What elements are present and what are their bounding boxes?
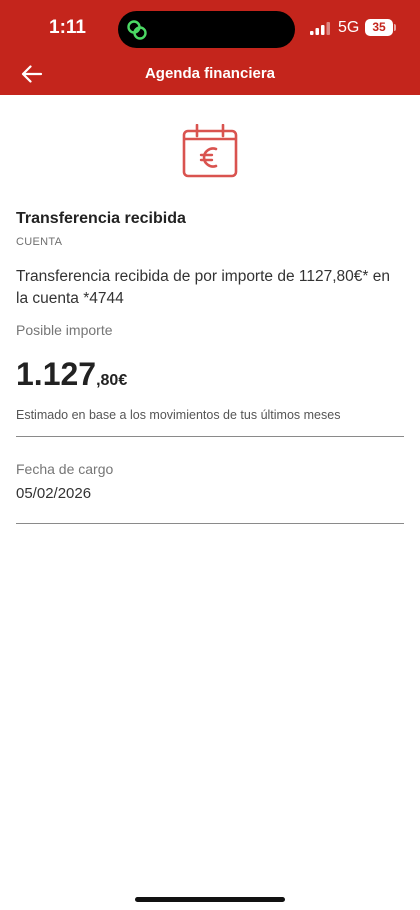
battery-icon: 35 <box>365 19 393 36</box>
amount-label: Posible importe <box>16 322 113 338</box>
header: 1:11 5G 35 Agenda financiera <box>0 0 420 95</box>
amount-decimal: ,80€ <box>96 372 128 389</box>
amount-integer: 1.127 <box>16 356 97 392</box>
dynamic-island <box>118 11 295 48</box>
network-type: 5G <box>338 19 360 36</box>
charge-date-value: 05/02/2026 <box>16 485 92 502</box>
divider <box>16 523 404 524</box>
battery-tip <box>394 24 396 31</box>
status-bar: 1:11 5G 35 <box>0 0 420 56</box>
home-indicator[interactable] <box>135 897 285 902</box>
amount-value: 1.127,80€ <box>16 356 127 393</box>
battery-level: 35 <box>372 20 386 34</box>
event-description: Transferencia recibida de por importe de… <box>16 268 390 307</box>
estimate-note: Estimado en base a los movimientos de tu… <box>16 408 341 422</box>
event-title: Transferencia recibida <box>16 210 186 227</box>
page-title: Agenda financiera <box>144 65 276 82</box>
event-category: CUENTA <box>16 236 63 248</box>
nav-bar: Agenda financiera <box>0 56 420 95</box>
calendar-euro-icon <box>182 124 238 178</box>
status-time: 1:11 <box>49 17 86 38</box>
cellular-signal-icon <box>310 22 330 35</box>
charge-date-label: Fecha de cargo <box>16 461 114 477</box>
link-activity-icon <box>127 20 147 40</box>
divider <box>16 436 404 437</box>
